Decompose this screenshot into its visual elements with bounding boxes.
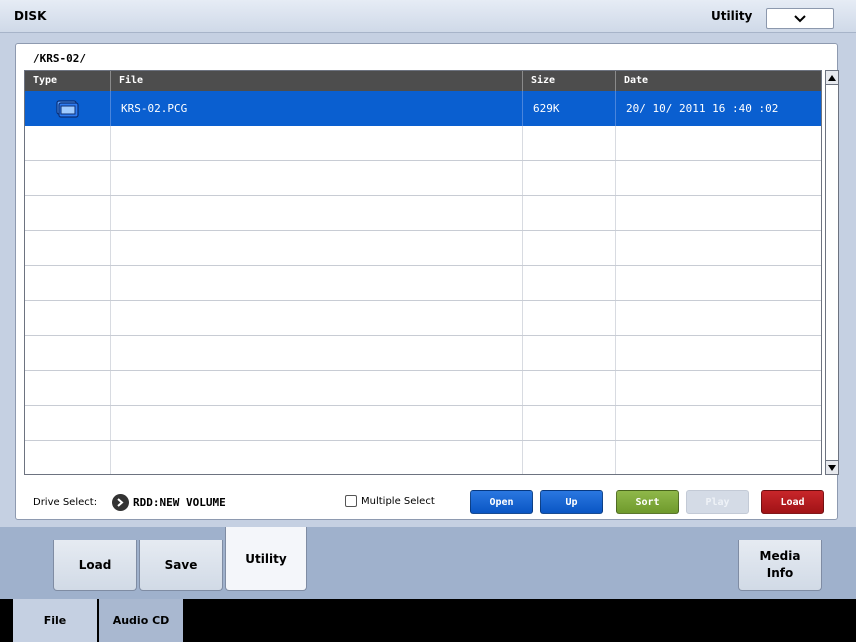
tab-media-info[interactable]: Media Info: [738, 540, 822, 591]
play-button[interactable]: Play: [686, 490, 749, 514]
page-menu-button[interactable]: [766, 8, 834, 29]
table-row[interactable]: [25, 336, 821, 371]
page-title: DISK: [14, 9, 47, 23]
bottom-tab-bar: File Audio CD: [0, 599, 856, 642]
table-row[interactable]: [25, 126, 821, 161]
triangle-down-icon: [828, 464, 836, 471]
drive-select-label: Drive Select:: [33, 497, 98, 508]
chevron-down-icon: [794, 14, 806, 22]
up-button[interactable]: Up: [540, 490, 603, 514]
bottom-tab-audio-cd[interactable]: Audio CD: [99, 599, 183, 642]
open-button[interactable]: Open: [470, 490, 533, 514]
load-button[interactable]: Load: [761, 490, 824, 514]
drive-select-value[interactable]: RDD:NEW VOLUME: [133, 496, 226, 509]
table-row[interactable]: [25, 371, 821, 406]
tab-media-info-line2: Info: [766, 566, 794, 580]
vertical-scrollbar[interactable]: [825, 70, 839, 475]
table-header: Type File Size Date: [25, 71, 821, 91]
sort-button[interactable]: Sort: [616, 490, 679, 514]
file-browser-panel: /KRS-02/ Type File Size Date KRS-02.PCG …: [15, 43, 839, 520]
file-name-cell: KRS-02.PCG: [111, 91, 523, 126]
tab-load[interactable]: Load: [53, 540, 137, 591]
file-date-cell: 20/ 10/ 2011 16 :40 :02: [616, 91, 821, 126]
page-tabs: Load Save Utility Media Info: [0, 527, 856, 599]
multiple-select-checkbox[interactable]: Multiple Select: [345, 495, 435, 507]
column-header-file[interactable]: File: [111, 71, 523, 91]
column-header-size[interactable]: Size: [523, 71, 616, 91]
scroll-up-button[interactable]: [826, 71, 838, 85]
page-menu-label: Utility: [711, 9, 753, 23]
drive-select-arrow-icon[interactable]: [112, 494, 129, 511]
file-size-cell: 629K: [523, 91, 616, 126]
table-row[interactable]: [25, 266, 821, 301]
current-path: /KRS-02/: [33, 52, 86, 65]
checkbox-box[interactable]: [345, 495, 357, 507]
folder-icon: [55, 99, 79, 118]
table-row[interactable]: [25, 301, 821, 336]
column-header-type[interactable]: Type: [25, 71, 111, 91]
tab-save[interactable]: Save: [139, 540, 223, 591]
bottom-tab-file[interactable]: File: [13, 599, 97, 642]
tab-media-info-line1: Media: [759, 549, 801, 563]
table-row[interactable]: KRS-02.PCG 629K 20/ 10/ 2011 16 :40 :02: [25, 91, 821, 126]
tab-utility[interactable]: Utility: [225, 527, 307, 591]
file-table: Type File Size Date KRS-02.PCG 629K 20/ …: [24, 70, 822, 475]
triangle-up-icon: [828, 74, 836, 81]
table-row[interactable]: [25, 441, 821, 474]
column-header-date[interactable]: Date: [616, 71, 821, 91]
title-bar: DISK Utility: [0, 0, 856, 33]
table-row[interactable]: [25, 406, 821, 441]
scroll-down-button[interactable]: [826, 460, 838, 474]
table-row[interactable]: [25, 231, 821, 266]
table-row[interactable]: [25, 196, 821, 231]
type-cell: [25, 91, 111, 126]
table-row[interactable]: [25, 161, 821, 196]
multiple-select-label: Multiple Select: [361, 495, 435, 507]
